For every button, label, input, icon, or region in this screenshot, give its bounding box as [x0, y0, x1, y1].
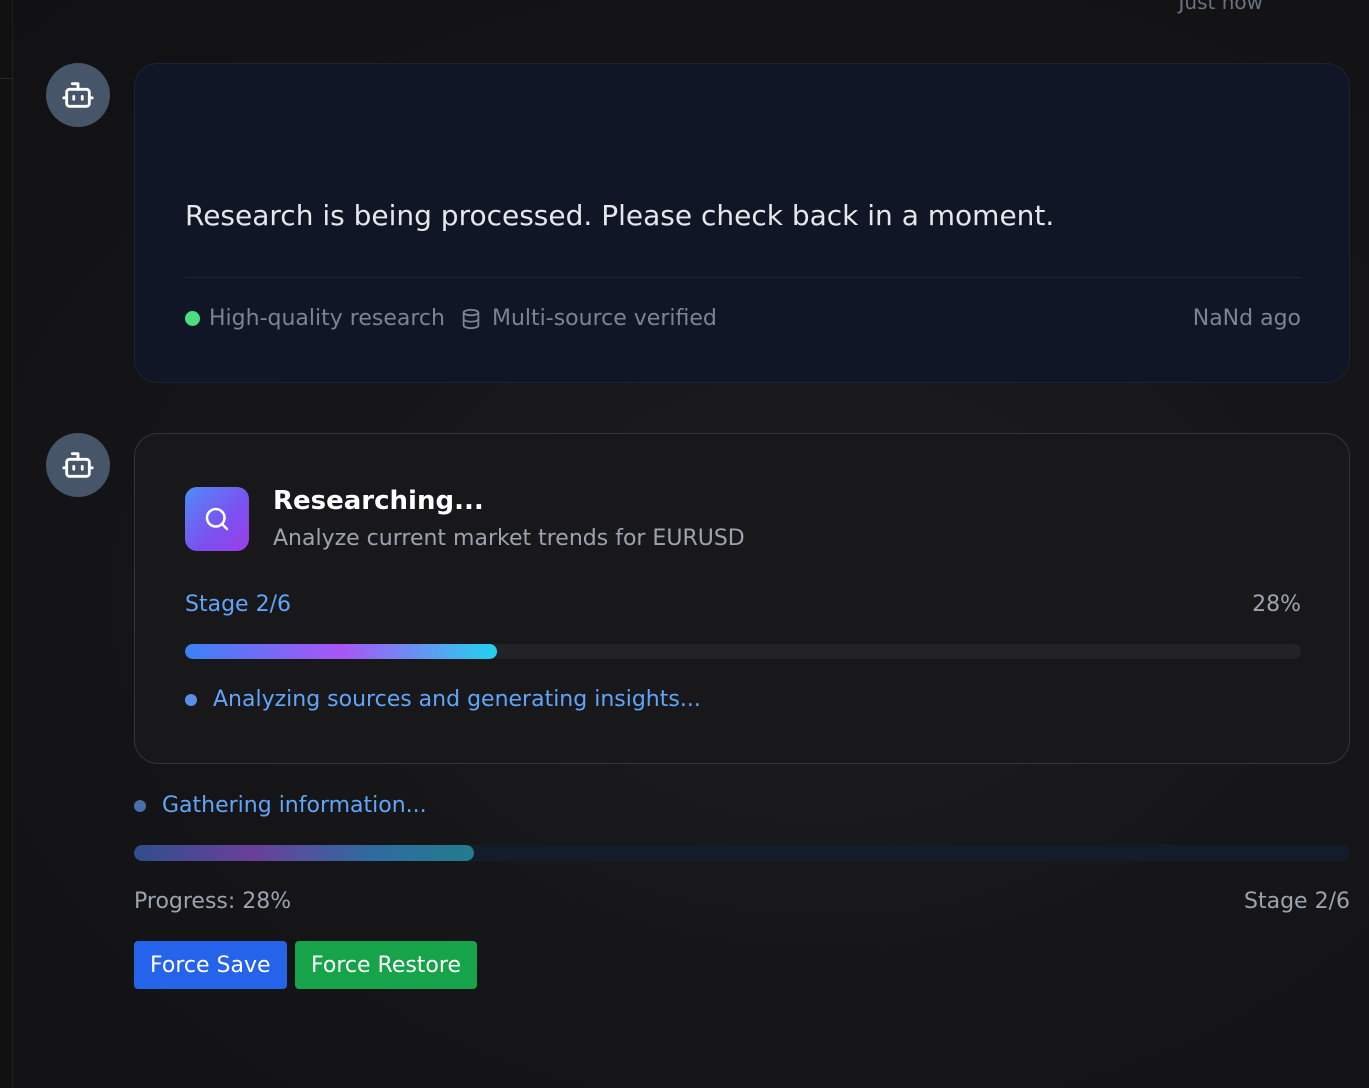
sidebar-divider: [0, 78, 12, 79]
status-dot-icon: [134, 799, 146, 812]
chat-page: Just now Research is being processed. Pl…: [0, 0, 1369, 1088]
stage-indicator: Stage 2/6: [1244, 889, 1350, 914]
research-subtitle: Analyze current market trends for EURUSD: [273, 526, 745, 551]
gathering-status-text: Gathering information...: [162, 793, 427, 818]
message-time-ago: NaNd ago: [1193, 306, 1301, 331]
time-ago-label: NaNd ago: [1192, 306, 1301, 331]
force-save-button[interactable]: Force Save: [134, 941, 287, 989]
research-message-text: Research is being processed. Please chec…: [185, 199, 1055, 232]
left-sidebar-edge: [0, 0, 13, 1088]
overall-progress-fill: [134, 845, 475, 861]
research-progress-bar: [185, 644, 1301, 659]
progress-percent: 28%: [1252, 592, 1301, 617]
previous-message-timestamp: Just now: [1178, 0, 1263, 14]
bot-icon: [62, 82, 94, 108]
bot-icon: [62, 452, 94, 478]
verified-label: Multi-source verified: [492, 306, 717, 331]
overall-progress-bar: [134, 845, 1350, 861]
card-divider: [185, 277, 1301, 278]
stage-label: Stage 2/6: [185, 592, 291, 617]
research-progress-card: Researching... Analyze current market tr…: [134, 433, 1350, 764]
force-restore-button[interactable]: Force Restore: [295, 941, 477, 989]
research-search-badge: [185, 487, 249, 551]
status-dot-icon: [185, 311, 200, 326]
quality-label: High-quality research: [209, 306, 445, 331]
bot-avatar: [46, 63, 110, 127]
status-dot-icon: [185, 693, 197, 706]
bot-avatar: [46, 433, 110, 497]
research-status: Analyzing sources and generating insight…: [185, 687, 701, 712]
research-progress-fill: [185, 644, 498, 659]
verified-indicator: Multi-source verified: [460, 306, 717, 331]
search-icon: [205, 507, 229, 531]
database-icon: [462, 308, 480, 329]
research-title: Researching...: [273, 486, 484, 516]
research-result-card: Research is being processed. Please chec…: [134, 63, 1350, 383]
quality-indicator: High-quality research: [185, 306, 445, 331]
gathering-status: Gathering information...: [134, 793, 427, 818]
progress-label: Progress: 28%: [134, 889, 292, 914]
research-status-text: Analyzing sources and generating insight…: [213, 687, 701, 712]
